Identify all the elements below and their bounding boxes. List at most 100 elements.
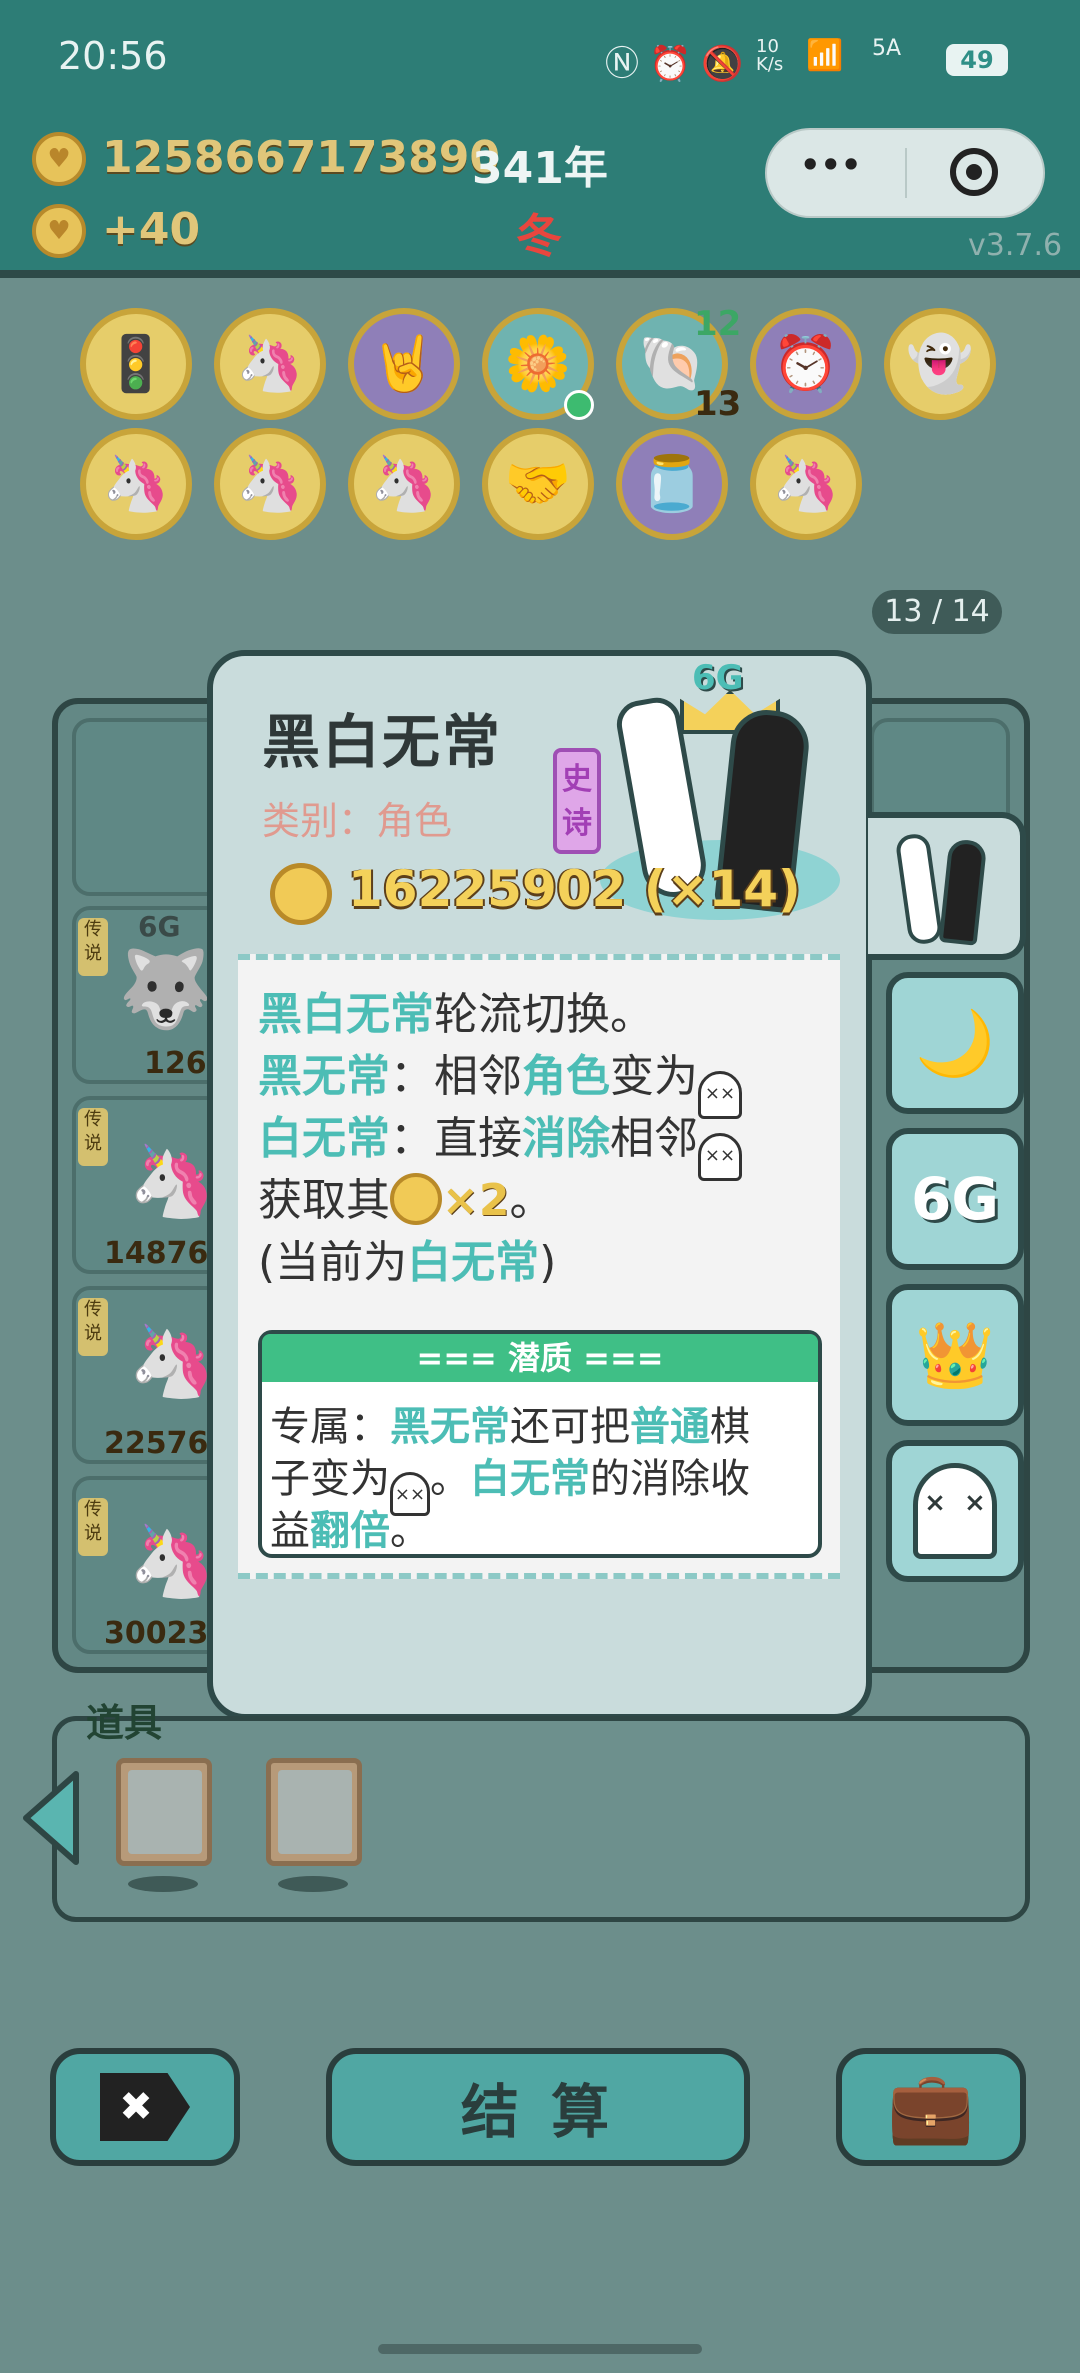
unicorn-icon: 🦄 (128, 1520, 216, 1602)
item-slot-3[interactable]: 🤘 (348, 308, 460, 420)
delete-button[interactable]: ✖ (50, 2048, 240, 2166)
black-figure-icon (938, 838, 988, 946)
latent-highlight: 白无常 (470, 1456, 590, 1502)
desc-highlight: 白无常 (407, 1237, 540, 1288)
latent-text: 。 (430, 1456, 470, 1502)
season-label: 冬 (516, 209, 562, 263)
coin-total: 1258667173890 (102, 132, 500, 183)
battery-indicator: 49 (946, 44, 1008, 76)
item-slot-1[interactable]: 🚦 (80, 308, 192, 420)
desc-text: ：相邻 (390, 1051, 522, 1102)
handshake-icon: 🤝 (504, 452, 572, 515)
wifi-icon: 📶 (806, 38, 844, 73)
tab-crown[interactable]: 👑 (886, 1284, 1024, 1426)
unicorn-icon: 🦄 (236, 332, 304, 395)
item-slot-7[interactable]: 👻 (884, 308, 996, 420)
mute-icon: 🔕 (701, 44, 754, 84)
tab-6g[interactable]: 6G (886, 1128, 1024, 1270)
briefcase-icon: 💼 (887, 2065, 975, 2148)
latent-highlight: 普通 (630, 1404, 710, 1450)
item-slot-11[interactable]: 🤝 (482, 428, 594, 540)
tab-moon[interactable]: 🌙 (886, 972, 1024, 1114)
tab-ghost[interactable]: × × (886, 1440, 1024, 1582)
desc-highlight: 黑无常 (258, 1051, 390, 1102)
jar-icon: 🫙 (638, 452, 706, 515)
close-miniprogram-button[interactable] (950, 148, 998, 196)
desc-highlight: 白无常 (258, 1113, 390, 1164)
net-speed: 10 K/s (756, 36, 784, 75)
prop-slot-1[interactable] (116, 1758, 212, 1866)
desc-line-4: 获取其 ×2。 (258, 1164, 553, 1228)
coin-gain-icon: ♥ (32, 204, 86, 258)
settle-button[interactable]: 结 算 (326, 2048, 750, 2166)
latent-line-1: 专属：黑无常还可把普通棋 (270, 1394, 750, 1452)
unicorn-icon: 🦄 (370, 452, 438, 515)
tab-black-white-impermanence[interactable] (868, 812, 1026, 960)
item-slot-13[interactable]: 🦄 (750, 428, 862, 540)
home-indicator (378, 2344, 702, 2354)
target-icon (966, 164, 982, 180)
desc-line-1: 黑白无常轮流切换。 (258, 978, 654, 1042)
desc-text: ：直接 (390, 1113, 522, 1164)
item-slot-12[interactable]: 🫙 (616, 428, 728, 540)
6g-label: 6G (911, 1165, 999, 1233)
unicorn-icon: 🦄 (772, 452, 840, 515)
latent-line-3: 益翻倍。 (270, 1498, 430, 1556)
year-label: 341年 (472, 143, 608, 194)
tile-value: 126 (144, 1046, 207, 1081)
flower-pot-icon: 🌼 (504, 332, 572, 395)
tile-value: 22576 (104, 1426, 209, 1461)
tile-value: 14876 (104, 1236, 209, 1271)
ghost-tongue-icon: 👻 (906, 332, 974, 395)
desc-multiplier: ×2 (442, 1175, 510, 1226)
latent-text: 。 (390, 1508, 430, 1554)
ghost-icon: × × (913, 1463, 997, 1559)
desc-text: (当前为 (258, 1237, 408, 1288)
more-menu-button[interactable]: ••• (800, 146, 861, 184)
desc-line-5: (当前为白无常) (258, 1226, 556, 1290)
slot-shadow (128, 1876, 198, 1892)
unicorn-icon: 🦄 (236, 452, 304, 515)
prop-slot-2[interactable] (266, 1758, 362, 1866)
nfc-icon: Ⓝ (605, 44, 649, 84)
coin-icon: ♥ (32, 132, 86, 186)
bag-button[interactable]: 💼 (836, 2048, 1026, 2166)
rock-hand-icon: 🤘 (370, 332, 438, 395)
status-time: 20:56 (58, 34, 168, 78)
tile-value: 30023 (104, 1616, 209, 1651)
props-label: 道具 (86, 1701, 163, 1745)
husky-icon: 🐺 (118, 944, 213, 1033)
delete-icon: ✖ (100, 2073, 190, 2141)
latent-header: === 潜质 === (262, 1334, 818, 1382)
unicorn-icon: 🦄 (128, 1140, 216, 1222)
settle-label: 结 算 (460, 2078, 616, 2146)
latent-text: 棋 (710, 1404, 750, 1450)
rarity-badge: 史诗 (553, 748, 601, 854)
desc-highlight: 黑白无常 (258, 989, 434, 1040)
item-slot-6[interactable]: ⏰ (750, 308, 862, 420)
desc-text: 相邻 (610, 1113, 698, 1164)
green-dot-badge (564, 390, 594, 420)
desc-text: 。 (509, 1175, 554, 1226)
version-label: v3.7.6 (968, 228, 1063, 263)
unicorn-icon: 🦄 (128, 1320, 216, 1402)
crown-icon: 👑 (915, 1318, 995, 1393)
chevron-left-icon[interactable] (18, 1768, 82, 1868)
legend-tag: 传说 (78, 1108, 108, 1166)
item-slot-8[interactable]: 🦄 (80, 428, 192, 540)
shell-count-bottom: 13 (694, 384, 742, 424)
desc-text: 获取其 (258, 1175, 390, 1226)
latent-highlight: 翻倍 (310, 1508, 390, 1554)
item-slot-10[interactable]: 🦄 (348, 428, 460, 540)
legend-tag: 传说 (78, 1498, 108, 1556)
shell-count-top: 12 (694, 304, 742, 344)
item-slot-2[interactable]: 🦄 (214, 308, 326, 420)
time-frame-icon: ⏰ (772, 332, 840, 395)
empty-slot (278, 1770, 352, 1854)
empty-slot (128, 1770, 202, 1854)
item-slot-9[interactable]: 🦄 (214, 428, 326, 540)
latent-text: 还可把 (510, 1404, 630, 1450)
moon-icon: 🌙 (915, 1006, 995, 1081)
card-price: 16225902 (×14) (348, 860, 801, 918)
coin-gain: +40 (102, 204, 201, 255)
